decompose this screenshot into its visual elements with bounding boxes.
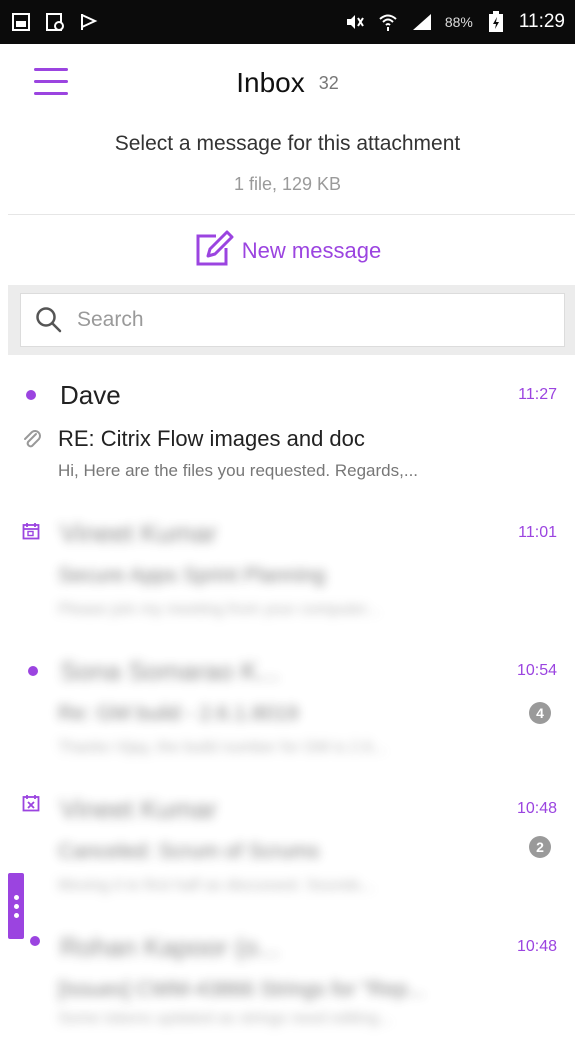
email-row[interactable]: Vineet Kumar 11:01 Secure Apps Sprint Pl…: [0, 506, 575, 646]
email-subject: RE: Citrix Flow images and doc: [58, 426, 365, 451]
page-title: Inbox: [236, 67, 305, 98]
gallery-icon: [10, 11, 32, 33]
battery-percent: 88%: [444, 14, 473, 30]
email-time: 11:27: [518, 386, 557, 403]
email-time: 10:48: [516, 938, 557, 955]
app-header: Inbox 32: [0, 44, 575, 122]
email-sender: Vineet Kumar: [60, 518, 218, 548]
status-bar: 88% 11:29: [0, 0, 575, 44]
side-drawer-handle[interactable]: [8, 873, 24, 939]
unread-dot: [26, 390, 36, 400]
search-icon: [35, 306, 63, 334]
email-preview: Hi, Here are the files you requested. Re…: [58, 461, 419, 480]
status-bar-left: [10, 11, 100, 33]
attachment-prompt: Select a message for this attachment: [114, 132, 461, 155]
thread-count-badge: 2: [529, 836, 551, 858]
search-box[interactable]: [20, 293, 565, 347]
mute-icon: [343, 11, 365, 33]
divider: [8, 214, 575, 215]
status-bar-right: 88% 11:29: [343, 11, 565, 33]
attachment-details: 1 file, 129 KB: [233, 174, 342, 194]
email-row[interactable]: Sona Somarao K... 10:54 Re: GM build - 2…: [0, 644, 575, 784]
clock: 11:29: [518, 11, 565, 32]
email-sender: Dave: [60, 380, 121, 410]
inbox-count: 32: [318, 72, 339, 93]
signal-icon: [411, 11, 433, 33]
email-time: 10:54: [516, 662, 557, 679]
email-time: 11:01: [518, 524, 557, 541]
email-sender: Sona Somarao K...: [60, 656, 280, 686]
email-subject: Re: GM build - 2.6.1.8019: [58, 702, 299, 725]
battery-icon: [485, 11, 507, 33]
email-time: 10:48: [516, 800, 557, 817]
paperclip-icon: [22, 428, 42, 455]
calendar-cancel-icon: [22, 794, 40, 817]
flag-icon: [78, 11, 100, 33]
email-sender: Rohan Kapoor (o...: [60, 932, 280, 962]
email-preview: Moving it to first half as discussed. So…: [58, 877, 374, 894]
email-row[interactable]: Vineet Kumar 10:48 Canceled: Scrum of Sc…: [0, 782, 575, 922]
email-row[interactable]: Rohan Kapoor (o... 10:48 [Issues] CWM-43…: [0, 920, 575, 1060]
unread-dot: [30, 936, 40, 946]
email-preview: Please join my meeting from your compute…: [58, 601, 380, 618]
unread-dot: [28, 666, 38, 676]
email-row[interactable]: Dave 11:27 RE: Citrix Flow images and do…: [0, 368, 575, 508]
hamburger-menu-icon[interactable]: [34, 68, 68, 98]
search-bar: [8, 285, 575, 355]
photo-sync-icon: [44, 11, 66, 33]
thread-count-badge: 4: [529, 702, 551, 724]
email-preview: Some tokens updated as strings need edit…: [58, 1010, 392, 1027]
new-message-button[interactable]: New message: [0, 228, 575, 274]
search-input[interactable]: [75, 307, 559, 333]
email-subject: Secure Apps Sprint Planning: [58, 564, 326, 587]
email-subject: Canceled: Scrum of Scrums: [58, 840, 320, 863]
attachment-info: Select a message for this attachment 1 f…: [0, 132, 575, 195]
calendar-icon: [22, 522, 40, 545]
email-subject: [Issues] CWM-43866 Strings for "Rep...: [58, 978, 425, 1001]
compose-icon: [194, 230, 234, 273]
email-sender: Vineet Kumar: [60, 794, 218, 824]
email-preview: Thanks Vijay, the build number for GM is…: [58, 739, 386, 756]
wifi-icon: [377, 11, 399, 33]
new-message-label: New message: [241, 238, 382, 263]
